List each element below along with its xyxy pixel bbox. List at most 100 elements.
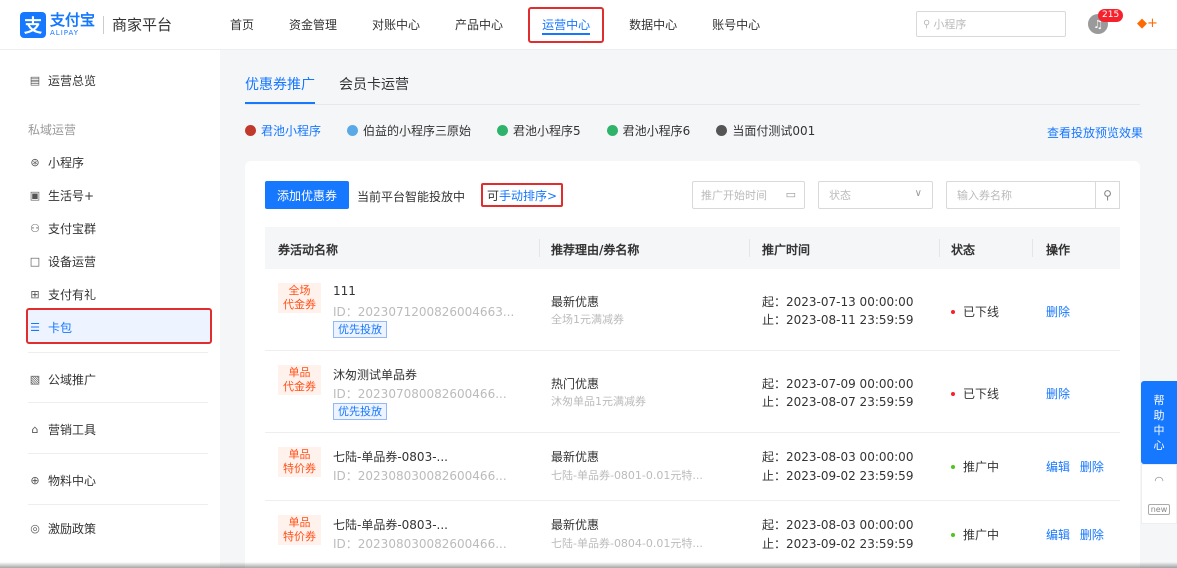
coupon-subname: 七陆-单品券-0804-0.01元特... <box>551 537 703 550</box>
alipay-logo[interactable]: 支 支付宝 ALIPAY 商家平台 <box>20 11 200 38</box>
app-avatar-icon <box>245 125 256 136</box>
coupon-subname: 全场1元满减券 <box>551 313 624 326</box>
nav-data[interactable]: 数据中心 <box>619 0 687 50</box>
help-tools: ◠ new <box>1141 464 1177 524</box>
tab-member-card[interactable]: 会员卡运营 <box>339 50 409 104</box>
edit-button[interactable]: 编辑 <box>1046 528 1070 542</box>
sidebar-item-lifeaccount[interactable]: ▣ 生活号+ <box>28 187 94 204</box>
chevron-down-icon: ∨ <box>914 188 922 199</box>
start-date-picker[interactable]: 推广开始时间 ▭ <box>692 181 805 209</box>
coupon-type-tag: 单品 特价券 <box>278 515 321 545</box>
edit-button[interactable]: 编辑 <box>1046 460 1070 474</box>
table-header: 券活动名称 推荐理由/券名称 推广时间 状态 操作 <box>265 227 1120 269</box>
main-content: 优惠券推广 会员卡运营 君池小程序 伯益的小程序三原始 君池小程序5 君池小程序… <box>220 50 1177 568</box>
promo-end: 止：2023-08-11 23:59:59 <box>762 313 914 327</box>
marketing-icon: ⌂ <box>31 423 39 436</box>
recommend-reason: 最新优惠 <box>551 518 600 532</box>
dashboard-icon: ▤ <box>29 74 41 87</box>
delete-button[interactable]: 删除 <box>1080 460 1104 474</box>
coupon-id: ID：202307080082600466... <box>333 387 507 401</box>
table-row: 单品 特价券 七陆-单品券-0803-... ID：20230803008260… <box>265 433 1120 501</box>
top-header: 支 支付宝 ALIPAY 商家平台 首页 资金管理 对账中心 产品中心 运营中心… <box>0 0 1177 50</box>
row-actions: 删除 <box>1046 385 1076 402</box>
notification-badge: 215 <box>1098 9 1124 22</box>
coupon-name: 七陆-单品券-0803-... <box>333 518 448 532</box>
manual-sort-link[interactable]: 手动排序> <box>499 187 557 204</box>
header-search-input[interactable]: ⚲ 小程序 <box>916 11 1066 37</box>
sidebar-item-incentive[interactable]: ◎ 激励政策 <box>28 520 96 537</box>
app-option[interactable]: 君池小程序5 <box>497 122 581 139</box>
add-coupon-button[interactable]: 添加优惠券 <box>265 181 349 209</box>
app-option[interactable]: 伯益的小程序三原始 <box>347 122 471 139</box>
tab-coupon-promo[interactable]: 优惠券推广 <box>245 50 315 104</box>
app-option[interactable]: 当面付测试001 <box>716 122 815 139</box>
top-nav: 首页 资金管理 对账中心 产品中心 运营中心 数据中心 账号中心 <box>220 0 785 50</box>
sidebar-item-groups[interactable]: ⚇ 支付宝群 <box>28 220 96 237</box>
app-option[interactable]: 君池小程序 <box>245 122 321 139</box>
toolbar: 添加优惠券 当前平台智能投放中 可 手动排序> 推广开始时间 ▭ 状态 ∨ 输入… <box>265 181 1120 209</box>
card-pack-icon: ☰ <box>30 321 40 334</box>
status-select[interactable]: 状态 ∨ <box>818 181 933 209</box>
coupon-id: ID：202308030082600466... <box>333 537 507 551</box>
recommend-reason: 热门优惠 <box>551 377 600 391</box>
life-account-icon: ▣ <box>29 189 41 202</box>
nav-home[interactable]: 首页 <box>220 0 264 50</box>
coupon-name-input[interactable]: 输入券名称 <box>946 181 1096 209</box>
col-header: 券活动名称 <box>278 243 339 257</box>
nav-reconciliation[interactable]: 对账中心 <box>362 0 430 50</box>
coupon-name: 七陆-单品券-0803-... <box>333 450 448 464</box>
priority-badge: 优先投放 <box>333 321 387 338</box>
coupon-type-tag: 单品 代金券 <box>278 365 321 395</box>
priority-badge: 优先投放 <box>333 403 387 420</box>
sidebar-item-miniprogram[interactable]: ⊛ 小程序 <box>28 154 84 171</box>
sidebar-item-paygift[interactable]: ⊞ 支付有礼 <box>28 286 96 303</box>
coupon-type-tag: 全场 代金券 <box>278 283 321 313</box>
sidebar-item-overview[interactable]: ▤ 运营总览 <box>28 72 96 89</box>
search-button[interactable]: ⚲ <box>1096 181 1120 209</box>
nav-operations[interactable]: 运营中心 <box>528 6 605 43</box>
status-dot <box>951 532 955 537</box>
delete-button[interactable]: 删除 <box>1046 387 1070 401</box>
recommend-reason: 最新优惠 <box>551 450 600 464</box>
app-avatar-icon <box>716 125 728 136</box>
row-actions: 编辑 删除 <box>1046 458 1110 475</box>
nav-account[interactable]: 账号中心 <box>702 0 770 50</box>
row-actions: 编辑 删除 <box>1046 526 1110 543</box>
new-feature-icon[interactable]: new <box>1147 503 1171 515</box>
status-badge: 推广中 <box>951 526 999 543</box>
sidebar-item-marketing[interactable]: ⌂ 营销工具 <box>28 421 97 438</box>
coupon-name: 111 <box>333 284 356 298</box>
table-row: 全场 代金券 111 ID：2023071200826004663... 优先投… <box>265 269 1120 351</box>
delete-button[interactable]: 删除 <box>1046 305 1070 319</box>
help-center-button[interactable]: 帮 助 中 心 <box>1141 381 1177 464</box>
materials-icon: ⊕ <box>30 474 40 487</box>
table-row: 单品 代金券 沐匆测试单品券 ID：202307080082600466... … <box>265 351 1120 433</box>
recommend-reason: 最新优惠 <box>551 295 600 309</box>
coupon-id: ID：202308030082600466... <box>333 469 507 483</box>
coupon-list-card: 添加优惠券 当前平台智能投放中 可 手动排序> 推广开始时间 ▭ 状态 ∨ 输入… <box>245 161 1140 568</box>
delete-button[interactable]: 删除 <box>1080 528 1104 542</box>
status-dot <box>951 309 955 314</box>
incentive-icon: ◎ <box>30 522 40 535</box>
sidebar-item-materials[interactable]: ⊕ 物料中心 <box>28 472 96 489</box>
col-header: 操作 <box>1046 243 1071 257</box>
table-row: 单品 特价券 七陆-单品券-0803-... ID：20230803008260… <box>265 501 1120 568</box>
app-avatar-icon <box>497 125 509 136</box>
user-icon[interactable]: ◆+ <box>1137 16 1158 31</box>
promo-end: 止：2023-09-02 23:59:59 <box>762 469 914 483</box>
nav-products[interactable]: 产品中心 <box>445 0 513 50</box>
col-header: 状态 <box>951 243 976 257</box>
preview-effect-link[interactable]: 查看投放预览效果 <box>1047 124 1143 141</box>
feedback-icon[interactable]: ◠ <box>1154 474 1164 487</box>
sidebar-item-public[interactable]: ▧ 公域推广 <box>28 371 96 388</box>
sidebar-item-cardpack[interactable]: ☰ 卡包 <box>28 319 72 336</box>
app-avatar-icon <box>606 125 618 136</box>
nav-funds[interactable]: 资金管理 <box>279 0 347 50</box>
miniprogram-selector: 君池小程序 伯益的小程序三原始 君池小程序5 君池小程序6 当面付测试001 <box>245 122 841 139</box>
sidebar-item-devices[interactable]: □ 设备运营 <box>28 253 96 270</box>
gift-icon: ⊞ <box>30 288 40 301</box>
status-dot <box>951 391 955 396</box>
main-tabs: 优惠券推广 会员卡运营 <box>245 50 1140 105</box>
status-badge: 推广中 <box>951 458 999 475</box>
app-option[interactable]: 君池小程序6 <box>606 122 690 139</box>
